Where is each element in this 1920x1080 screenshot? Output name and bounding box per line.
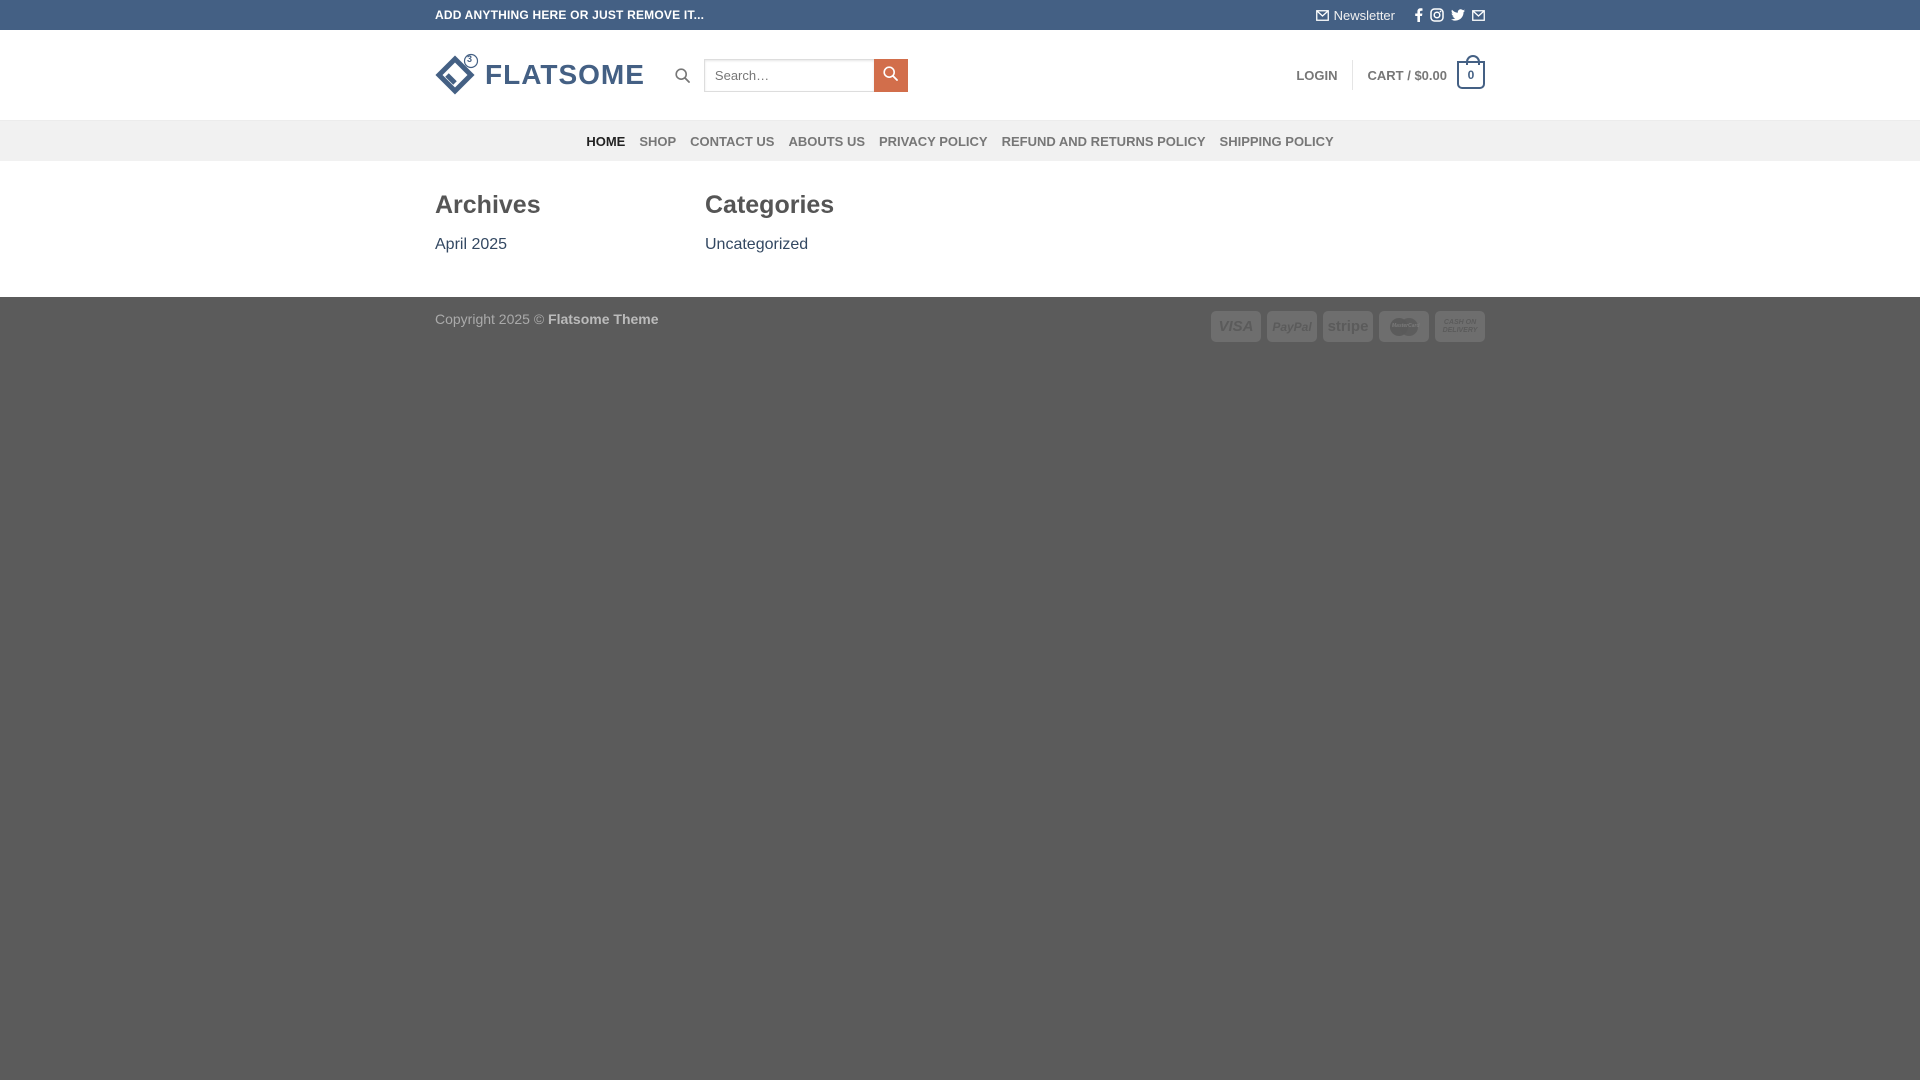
site-header: 3 FLATSOME LOGIN CART / $0.00 0	[0, 30, 1920, 120]
main-content: Archives April 2025 Categories Uncategor…	[0, 161, 1920, 297]
cart-count-badge: 0	[1457, 55, 1485, 89]
cash-on-delivery-icon: CASH ON DELIVERY	[1435, 311, 1485, 342]
stripe-icon: stripe	[1323, 311, 1373, 342]
payment-icons: VISA PayPal stripe MasterCard CASH ON DE…	[1211, 311, 1485, 342]
categories-widget: Categories Uncategorized	[705, 191, 975, 254]
archive-link-april-2025[interactable]: April 2025	[435, 236, 507, 253]
header-account-area: LOGIN CART / $0.00 0	[1296, 55, 1485, 90]
category-link-uncategorized[interactable]: Uncategorized	[705, 236, 808, 253]
site-logo[interactable]: 3 FLATSOME	[435, 53, 645, 97]
email-icon[interactable]	[1472, 9, 1485, 21]
envelope-icon	[1315, 9, 1329, 21]
site-footer: Copyright 2025 © Flatsome Theme VISA Pay…	[0, 297, 1920, 342]
paypal-icon: PayPal	[1267, 311, 1317, 342]
copyright-text: Copyright 2025 © Flatsome Theme	[435, 311, 659, 342]
logo-badge: 3	[467, 54, 473, 64]
topbar-message: ADD ANYTHING HERE OR JUST REMOVE IT...	[435, 8, 705, 22]
topbar-links: Newsletter	[1315, 7, 1485, 23]
mastercard-icon: MasterCard	[1379, 311, 1429, 342]
categories-title: Categories	[705, 191, 835, 219]
twitter-icon[interactable]	[1451, 9, 1465, 21]
newsletter-label: Newsletter	[1333, 7, 1395, 23]
main-nav: HOME SHOP CONTACT US ABOUTS US PRIVACY P…	[0, 120, 1920, 161]
nav-item-home[interactable]: HOME	[586, 134, 625, 149]
logo-text: FLATSOME	[485, 59, 645, 90]
nav-item-refund-policy[interactable]: REFUND AND RETURNS POLICY	[1002, 134, 1206, 149]
search-icon	[883, 66, 899, 84]
search-input[interactable]	[703, 58, 874, 92]
cart-link[interactable]: CART / $0.00 0	[1353, 55, 1485, 89]
logo-mark-icon: 3	[435, 53, 479, 97]
cart-label: CART / $0.00	[1367, 67, 1447, 83]
copyright-prefix: Copyright 2025 ©	[435, 311, 545, 327]
nav-item-privacy-policy[interactable]: PRIVACY POLICY	[879, 134, 988, 149]
search-icon[interactable]	[675, 67, 690, 83]
nav-item-abouts-us[interactable]: ABOUTS US	[788, 134, 865, 149]
newsletter-link[interactable]: Newsletter	[1315, 7, 1395, 23]
instagram-icon[interactable]	[1430, 8, 1444, 22]
archives-widget: Archives April 2025	[435, 191, 705, 254]
facebook-icon[interactable]	[1414, 8, 1423, 22]
search-form	[703, 58, 908, 92]
mastercard-label: MasterCard	[1392, 323, 1420, 329]
login-link[interactable]: LOGIN	[1296, 60, 1353, 90]
copyright-brand: Flatsome Theme	[548, 311, 659, 327]
search-submit-button[interactable]	[873, 58, 908, 92]
archives-title: Archives	[435, 191, 541, 219]
nav-item-contact-us[interactable]: CONTACT US	[690, 134, 774, 149]
nav-item-shop[interactable]: SHOP	[639, 134, 676, 149]
top-bar: ADD ANYTHING HERE OR JUST REMOVE IT... N…	[0, 0, 1920, 30]
nav-item-shipping-policy[interactable]: SHIPPING POLICY	[1220, 134, 1334, 149]
visa-icon: VISA	[1211, 311, 1261, 342]
